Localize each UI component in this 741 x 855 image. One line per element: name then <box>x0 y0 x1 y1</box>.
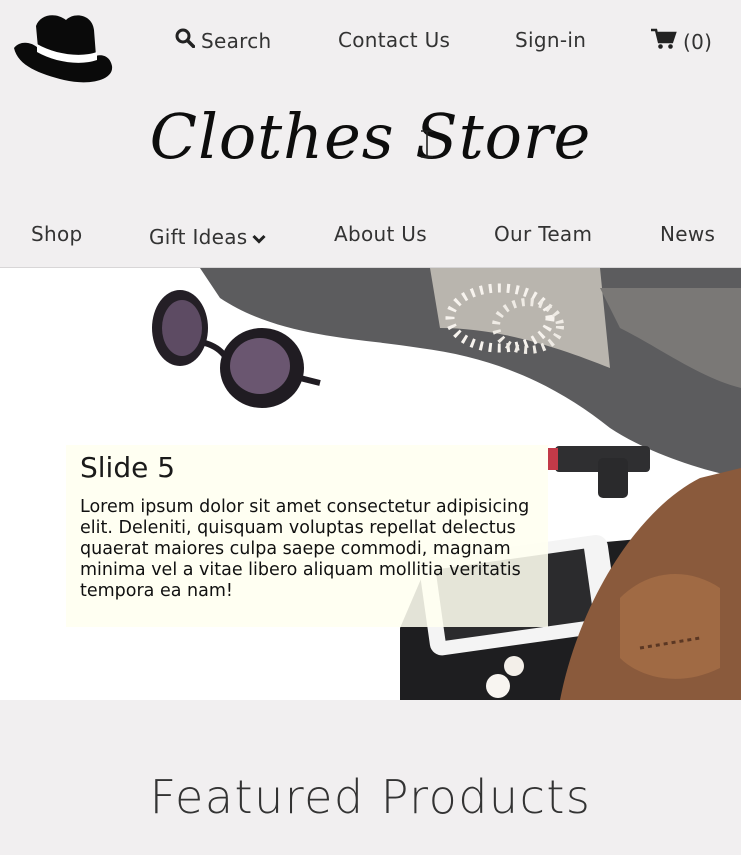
nav-item-label: About Us <box>334 222 427 246</box>
text-cursor-icon <box>420 130 434 158</box>
slide-caption: Slide 5 Lorem ipsum dolor sit amet conse… <box>66 445 548 627</box>
contact-label: Contact Us <box>338 28 451 52</box>
nav-item-label: Shop <box>31 222 83 246</box>
main-nav: Shop Gift Ideas About Us Our Team News <box>0 205 741 268</box>
signin-label: Sign-in <box>515 28 587 52</box>
store-title: Clothes Store <box>149 100 592 173</box>
slide-title: Slide 5 <box>80 451 176 484</box>
search-icon <box>175 28 196 53</box>
cart-count: (0) <box>683 29 713 54</box>
nav-item-label: News <box>660 222 716 246</box>
hat-icon[interactable] <box>10 10 114 84</box>
sign-in-link[interactable]: Sign-in <box>515 28 586 52</box>
featured-products-heading: Featured Products <box>149 770 592 824</box>
nav-item-news[interactable]: News <box>660 222 715 246</box>
top-bar: Search Contact Us Sign-in (0) <box>0 0 741 95</box>
chevron-down-icon <box>251 225 266 249</box>
cart-link[interactable]: (0) <box>651 28 712 55</box>
cart-icon <box>651 28 677 55</box>
nav-item-shop[interactable]: Shop <box>31 222 83 246</box>
nav-item-about-us[interactable]: About Us <box>334 222 427 246</box>
nav-item-label: Our Team <box>494 222 593 246</box>
contact-us-link[interactable]: Contact Us <box>338 28 450 52</box>
nav-item-our-team[interactable]: Our Team <box>494 222 592 246</box>
nav-item-label: Gift Ideas <box>149 225 248 249</box>
nav-item-gift-ideas[interactable]: Gift Ideas <box>149 225 266 249</box>
search-link[interactable]: Search <box>175 28 272 53</box>
slide-text: Lorem ipsum dolor sit amet consectetur a… <box>80 497 530 601</box>
search-label: Search <box>201 28 272 53</box>
